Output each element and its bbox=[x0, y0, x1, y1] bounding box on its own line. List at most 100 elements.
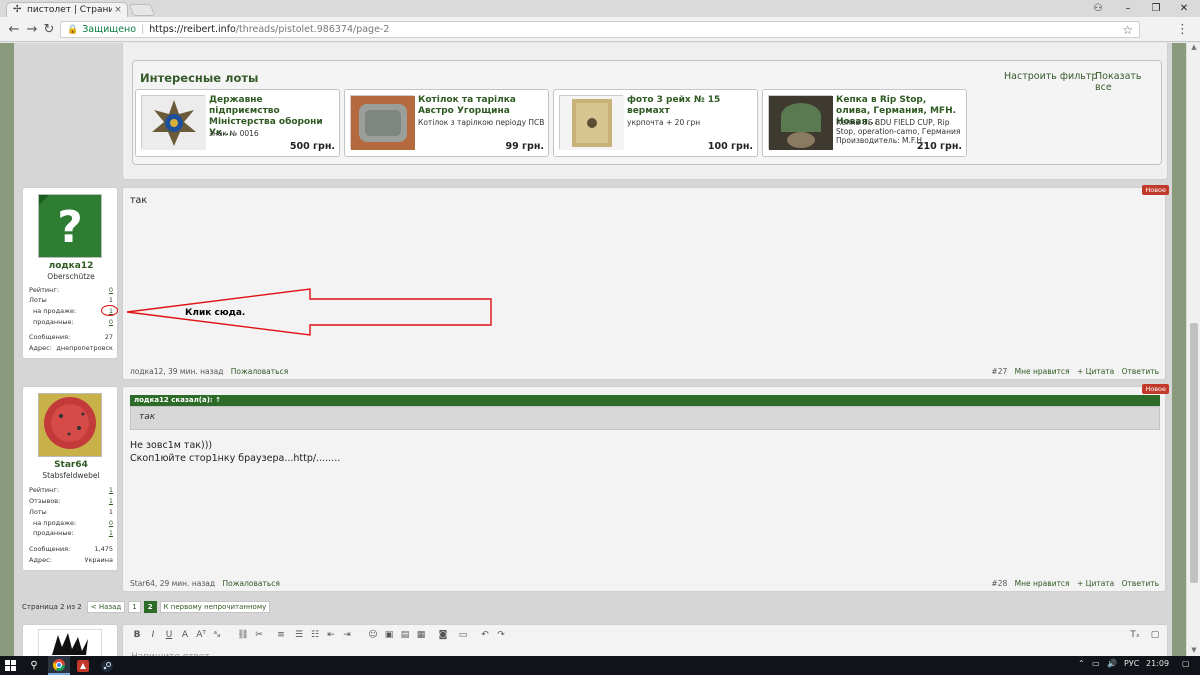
lot-image-badge[interactable] bbox=[141, 95, 206, 150]
app-icon-red[interactable] bbox=[72, 656, 94, 675]
new-tab-button[interactable] bbox=[128, 4, 156, 16]
lot-description: знак № 0016 bbox=[209, 129, 259, 138]
current-user-avatar[interactable] bbox=[38, 629, 102, 659]
windows-taskbar: ⚲ ⌃ ▭ 🔊 РУС 21:09 ▢ bbox=[0, 656, 1200, 675]
tray-chevron-icon[interactable]: ⌃ bbox=[1078, 659, 1085, 668]
font-family-icon[interactable]: ᵃₐ bbox=[211, 629, 223, 641]
bookmark-star-icon[interactable]: ☆ bbox=[1122, 23, 1133, 37]
filter-link[interactable]: Настроить фильтр bbox=[1004, 71, 1097, 82]
avatar[interactable]: ? bbox=[38, 194, 102, 258]
show-all-link[interactable]: Показать все bbox=[1095, 71, 1161, 93]
redo-icon[interactable]: ↷ bbox=[495, 629, 507, 641]
url-bar[interactable]: 🔒 Защищено | https://reibert.info /threa… bbox=[60, 21, 1140, 38]
underline-icon[interactable]: U bbox=[163, 629, 175, 641]
lot-card[interactable]: фото 3 рейх № 15 вермахт укрпочта + 20 г… bbox=[553, 89, 758, 157]
page-scrollbar[interactable]: ▲ ▼ bbox=[1186, 43, 1200, 656]
chrome-taskbar-icon[interactable] bbox=[48, 656, 70, 675]
like-link[interactable]: Мне нравится bbox=[1015, 579, 1070, 588]
stat-value[interactable]: 0 bbox=[109, 519, 113, 527]
notification-icon[interactable]: ▢ bbox=[1182, 659, 1190, 668]
minimize-button[interactable]: – bbox=[1116, 0, 1140, 17]
browser-tab[interactable]: ✢ пистолет | Страница 2 | × bbox=[6, 2, 128, 17]
unlink-icon[interactable]: ✂ bbox=[253, 629, 265, 641]
quote-link[interactable]: + Цитата bbox=[1077, 579, 1114, 588]
report-link[interactable]: Пожаловаться bbox=[231, 367, 288, 376]
page-background-right bbox=[1172, 43, 1186, 656]
indent-icon[interactable]: ⇥ bbox=[341, 629, 353, 641]
font-color-icon[interactable]: A bbox=[179, 629, 191, 641]
stat-reviews: Отзывов: 1 bbox=[29, 497, 113, 506]
lot-title[interactable]: Котілок та тарілка Австро Угорщина bbox=[418, 95, 543, 117]
save-draft-icon[interactable]: ▭ bbox=[457, 629, 469, 641]
scroll-down-icon[interactable]: ▼ bbox=[1187, 646, 1200, 656]
media-icon[interactable]: ▤ bbox=[399, 629, 411, 641]
reply-link[interactable]: Ответить bbox=[1122, 579, 1159, 588]
lot-title[interactable]: фото 3 рейх № 15 вермахт bbox=[627, 95, 752, 117]
tab-close-icon[interactable]: × bbox=[112, 5, 124, 15]
align-icon[interactable]: ≡ bbox=[275, 629, 287, 641]
like-link[interactable]: Мне нравится bbox=[1015, 367, 1070, 376]
prev-page-button[interactable]: < Назад bbox=[86, 601, 126, 613]
lot-image-photo[interactable] bbox=[559, 95, 624, 150]
link-icon[interactable]: ⛓ bbox=[237, 629, 249, 641]
maximize-button[interactable]: ❐ bbox=[1144, 0, 1168, 17]
message-body: Новое лодка12 сказал(а): ↑ так Не зовс1м… bbox=[122, 384, 1169, 592]
lots-title: Интересные лоты bbox=[140, 71, 259, 85]
url-host: https://reibert.info bbox=[149, 24, 236, 35]
bullet-list-icon[interactable]: ☰ bbox=[293, 629, 305, 641]
outdent-icon[interactable]: ⇤ bbox=[325, 629, 337, 641]
remove-format-icon[interactable]: Tₓ bbox=[1129, 629, 1141, 641]
username[interactable]: Star64 bbox=[23, 460, 119, 470]
toggle-bbcode-icon[interactable]: ▢ bbox=[1149, 629, 1161, 641]
user-title: Oberschütze bbox=[47, 272, 95, 281]
italic-icon[interactable]: I bbox=[147, 629, 159, 641]
scroll-up-icon[interactable]: ▲ bbox=[1187, 43, 1200, 53]
clock[interactable]: 21:09 bbox=[1146, 659, 1169, 668]
reload-icon[interactable]: ↻ bbox=[41, 22, 57, 38]
page-1-button[interactable]: 1 bbox=[128, 601, 141, 613]
stat-value[interactable]: 0 bbox=[109, 286, 113, 294]
steam-icon[interactable] bbox=[96, 656, 118, 675]
username[interactable]: лодка12 bbox=[23, 261, 119, 271]
profile-icon[interactable]: ⚇ bbox=[1088, 0, 1108, 17]
reply-link[interactable]: Ответить bbox=[1122, 367, 1159, 376]
quote-header[interactable]: лодка12 сказал(а): ↑ bbox=[130, 395, 1160, 406]
browser-menu-icon[interactable]: ⋮ bbox=[1176, 22, 1189, 37]
lot-price: 100 грн. bbox=[707, 141, 753, 152]
post-number[interactable]: #27 bbox=[991, 367, 1007, 376]
lot-card[interactable]: Кепка в Rip Stop, олива, Германия, MFH. … bbox=[762, 89, 967, 157]
stat-value[interactable]: 1 bbox=[109, 529, 113, 537]
post-author-time[interactable]: лодка12, 39 мин. назад bbox=[130, 367, 223, 376]
stat-value[interactable]: 1 bbox=[109, 497, 113, 505]
scroll-thumb[interactable] bbox=[1190, 323, 1198, 583]
language-indicator[interactable]: РУС bbox=[1124, 659, 1139, 668]
back-arrow-icon[interactable]: ← bbox=[6, 22, 22, 38]
quote-link[interactable]: + Цитата bbox=[1077, 367, 1114, 376]
stat-value[interactable]: 0 bbox=[109, 318, 113, 326]
post-number[interactable]: #28 bbox=[991, 579, 1007, 588]
lot-image-mess-tin[interactable] bbox=[350, 95, 415, 150]
lot-card[interactable]: Котілок та тарілка Австро Угорщина Котіл… bbox=[344, 89, 549, 157]
camera-icon[interactable]: ◙ bbox=[437, 629, 449, 641]
undo-icon[interactable]: ↶ bbox=[479, 629, 491, 641]
lot-card[interactable]: Державне підприємство Міністерства оборо… bbox=[135, 89, 340, 157]
start-button[interactable] bbox=[0, 656, 20, 675]
smiley-icon[interactable]: ☺ bbox=[367, 629, 379, 641]
close-window-button[interactable]: ✕ bbox=[1172, 0, 1196, 17]
image-icon[interactable]: ▣ bbox=[383, 629, 395, 641]
code-icon[interactable]: ▦ bbox=[415, 629, 427, 641]
forward-arrow-icon[interactable]: → bbox=[24, 22, 40, 38]
numbered-list-icon[interactable]: ☷ bbox=[309, 629, 321, 641]
page-2-button[interactable]: 2 bbox=[143, 601, 157, 613]
search-icon[interactable]: ⚲ bbox=[24, 656, 44, 675]
tray-network-icon[interactable]: ▭ bbox=[1092, 659, 1100, 668]
report-link[interactable]: Пожаловаться bbox=[222, 579, 279, 588]
post-author-time[interactable]: Star64, 29 мин. назад bbox=[130, 579, 215, 588]
bold-icon[interactable]: B bbox=[131, 629, 143, 641]
stat-value[interactable]: 1 bbox=[109, 486, 113, 494]
avatar[interactable] bbox=[38, 393, 102, 457]
tray-volume-icon[interactable]: 🔊 bbox=[1107, 659, 1117, 668]
lot-image-cap[interactable] bbox=[768, 95, 833, 150]
font-size-icon[interactable]: Aᵀ bbox=[195, 629, 207, 641]
first-unread-button[interactable]: К первому непрочитанному bbox=[159, 601, 271, 613]
